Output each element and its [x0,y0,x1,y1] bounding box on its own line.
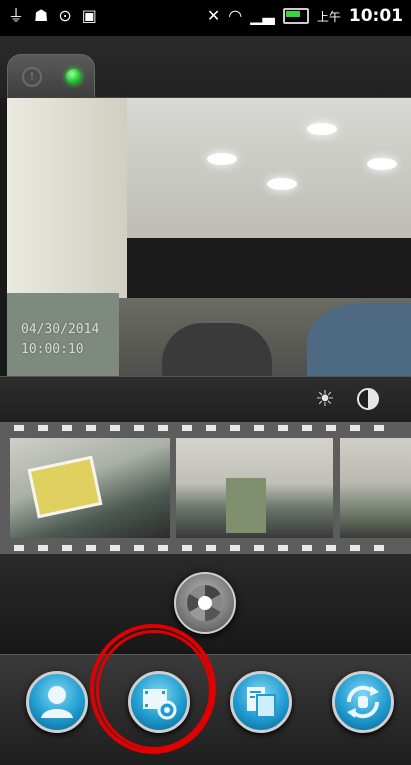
ceiling-light [367,158,397,170]
thumbnail-1[interactable] [10,438,170,538]
switch-camera-button[interactable] [332,671,394,733]
film-settings-icon [143,689,177,720]
status-ampm: 上午 [316,9,341,24]
refresh-camera-icon [346,685,380,719]
alert-icon: ! [22,67,42,87]
profile-button[interactable] [26,671,88,733]
status-time: 10:01 [348,6,403,26]
gallery-button[interactable] [230,671,292,733]
ceiling-light [307,123,337,135]
top-bar: ! [0,36,411,99]
mute-icon: ✕ [206,6,221,25]
video-frame-chair [162,323,272,377]
capture-area [0,554,411,654]
timestamp-date: 04/30/2014 [21,322,100,337]
bottom-nav [0,654,411,765]
shutter-button[interactable] [174,572,236,634]
online-status-icon [66,69,81,84]
video-frame-person [307,303,411,377]
android-debug-icon: ☗ [34,6,49,25]
image-controls-bar: ☀ [0,376,411,423]
usb-icon: ⏚ [8,6,25,25]
sync-icon: ⊙ [58,6,72,25]
app-screen: ⏚ ☗ ⊙ ▣ ✕ ◠ ▁▃ 上午 10:01 ! 04/30/2014 10:… [0,0,411,765]
timestamp-time: 10:00:10 [21,342,84,357]
film-sprockets-bottom [0,542,411,554]
camera-tab[interactable]: ! [7,54,95,99]
video-settings-button[interactable] [128,671,190,733]
status-bar: ⏚ ☗ ⊙ ▣ ✕ ◠ ▁▃ 上午 10:01 [0,0,411,36]
video-timestamp: 04/30/2014 10:00:10 [21,320,99,360]
signal-icon: ▁▃ [250,6,275,25]
thumbnail-2[interactable] [176,438,333,538]
thumbnail-3[interactable] [340,438,411,538]
media-icon: ▣ [81,6,97,25]
snapshot-filmstrip[interactable] [0,422,411,554]
ceiling-light [267,178,297,190]
gallery-icon [247,687,276,718]
status-right-icons: ✕ ◠ ▁▃ 上午 10:01 [207,6,403,26]
status-left-icons: ⏚ ☗ ⊙ ▣ [8,6,97,26]
person-icon [41,686,73,718]
wifi-icon: ◠ [228,6,243,25]
aperture-icon [187,585,223,621]
contrast-icon[interactable] [357,388,379,410]
brightness-icon[interactable]: ☀ [312,387,338,413]
ceiling-light [207,153,237,165]
battery-icon [282,8,309,24]
live-video-view[interactable]: 04/30/2014 10:00:10 [7,97,411,377]
film-sprockets-top [0,422,411,434]
